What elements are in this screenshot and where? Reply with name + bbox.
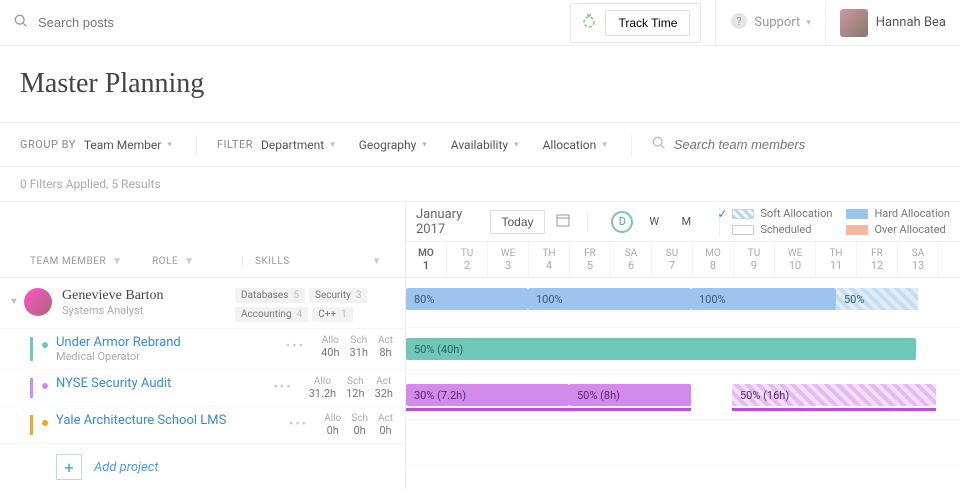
user-name: Hannah Bea: [876, 15, 946, 30]
view-mode-m[interactable]: M: [675, 211, 697, 233]
project-link[interactable]: Under Armor Rebrand: [56, 335, 181, 350]
chevron-down-icon: ▾: [602, 140, 607, 150]
track-time-group: Track Time: [570, 3, 701, 43]
project-dot: [42, 342, 48, 348]
allocation-segment[interactable]: 30% (7.2h): [406, 384, 569, 406]
allocation-underline: [569, 408, 691, 411]
group-by-label: GROUP BY: [20, 138, 76, 151]
view-mode-w[interactable]: W: [643, 211, 665, 233]
filter-count-text: 0 Filters Applied, 5 Results: [0, 167, 960, 202]
allocation-segment[interactable]: 50% (40h): [406, 338, 916, 360]
search-posts-input[interactable]: [38, 15, 304, 30]
filter-icon[interactable]: ▼: [112, 256, 122, 267]
allocation-segment[interactable]: 50% (8h): [569, 384, 691, 406]
day-column: MO8: [693, 242, 734, 277]
project-actions-menu[interactable]: •••: [286, 335, 305, 354]
svg-text:?: ?: [737, 15, 742, 28]
user-menu[interactable]: Hannah Bea: [825, 0, 946, 45]
filter-icon[interactable]: ▼: [372, 256, 382, 267]
allocation-segment[interactable]: 100%: [528, 288, 691, 310]
project-actions-menu[interactable]: •••: [289, 413, 308, 432]
day-column: TU9: [734, 242, 775, 277]
collapse-toggle[interactable]: ▼: [4, 288, 24, 322]
legend-sched-swatch: [732, 225, 754, 235]
legend-over-swatch: [846, 225, 868, 235]
skill-chip[interactable]: C++1: [312, 307, 352, 322]
filter-availability[interactable]: Availability▾: [451, 138, 519, 152]
search-icon: [14, 14, 38, 32]
support-link[interactable]: ? Support ▾: [715, 0, 824, 45]
add-project-button[interactable]: +: [56, 454, 82, 480]
person-name: Genevieve Barton: [62, 288, 163, 304]
help-icon: ?: [730, 12, 748, 34]
search-members-input[interactable]: [674, 137, 852, 152]
chevron-down-icon: ▾: [806, 18, 811, 28]
day-column: SA13: [898, 242, 939, 277]
chevron-down-icon: ▾: [330, 140, 335, 150]
day-column: TU2: [447, 242, 488, 277]
day-column: TH4: [529, 242, 570, 277]
day-column: WE3: [488, 242, 529, 277]
skill-chip[interactable]: Security3: [309, 288, 367, 303]
allocation-segment[interactable]: 50%: [836, 288, 918, 310]
project-link[interactable]: NYSE Security Audit: [56, 376, 171, 391]
view-mode-d[interactable]: D: [611, 211, 633, 233]
col-skills: SKILLS: [255, 256, 290, 267]
month-label: January 2017: [416, 207, 480, 237]
day-column: FR5: [570, 242, 611, 277]
group-by-dropdown[interactable]: Team Member ▾: [84, 138, 172, 152]
project-color-bar: [30, 415, 33, 435]
project-color-bar: [30, 337, 33, 361]
filter-department[interactable]: Department▾: [261, 138, 335, 152]
day-column: SA6: [611, 242, 652, 277]
project-actions-menu[interactable]: •••: [273, 376, 292, 395]
day-column: WE10: [775, 242, 816, 277]
separator: [196, 135, 197, 155]
filter-icon[interactable]: ▼: [184, 256, 194, 267]
person-avatar: [24, 288, 52, 316]
page-title: Master Planning: [0, 46, 960, 123]
allocation-segment[interactable]: 80%: [406, 288, 528, 310]
chevron-down-icon: ▾: [167, 140, 172, 150]
allocation-underline: [732, 408, 936, 411]
separator: [587, 212, 588, 232]
allocation-underline: [406, 408, 569, 411]
skill-chip[interactable]: Databases5: [235, 288, 305, 303]
project-dot: [42, 383, 48, 389]
user-avatar: [840, 9, 868, 37]
col-role: ROLE: [152, 256, 178, 267]
day-column: FR12: [857, 242, 898, 277]
project-subtitle: Medical Operator: [56, 350, 181, 363]
project-color-bar: [30, 378, 33, 398]
chevron-down-icon: ▾: [422, 140, 427, 150]
search-icon: [652, 136, 666, 153]
filter-geography[interactable]: Geography▾: [359, 138, 427, 152]
col-team-member: TEAM MEMBER: [30, 256, 106, 267]
day-column: SU7: [652, 242, 693, 277]
allocation-segment[interactable]: 50% (16h): [732, 384, 936, 406]
add-project-label[interactable]: Add project: [94, 460, 159, 475]
project-link[interactable]: Yale Architecture School LMS: [56, 413, 226, 428]
person-role: Systems Analyst: [62, 304, 163, 317]
filter-label: FILTER: [217, 138, 253, 151]
allocation-segment[interactable]: 100%: [691, 288, 836, 310]
stopwatch-icon: [581, 13, 597, 33]
track-time-button[interactable]: Track Time: [605, 10, 690, 36]
legend-soft-swatch: [732, 209, 754, 219]
filter-allocation[interactable]: Allocation▾: [543, 138, 607, 152]
skill-chip[interactable]: Accounting4: [235, 307, 308, 322]
today-button[interactable]: Today: [490, 210, 544, 234]
day-column: MO1: [406, 242, 447, 277]
separator: [631, 135, 632, 155]
calendar-icon[interactable]: [555, 212, 571, 232]
project-dot: [42, 420, 48, 426]
support-label: Support: [754, 15, 800, 30]
chevron-down-icon: ▾: [514, 140, 519, 150]
day-column: TH11: [816, 242, 857, 277]
legend-hard-swatch: [846, 209, 868, 219]
